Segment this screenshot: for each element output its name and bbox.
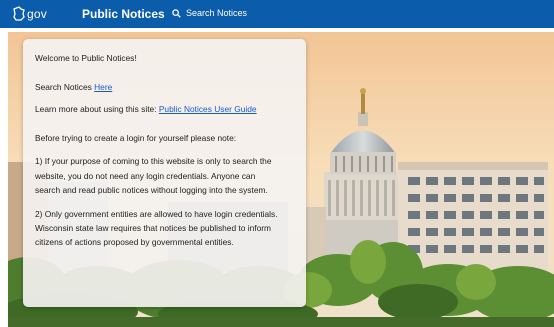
point-2-line-2: Wisconsin state law requires that notice… <box>35 223 272 233</box>
search-here-link[interactable]: Here <box>94 82 112 92</box>
brand-title-link[interactable]: Public Notices <box>82 7 165 21</box>
point-1-line-3: search and read public notices without l… <box>35 185 268 195</box>
point-1-line-2: website, you do not need any login crede… <box>35 171 256 181</box>
point-2-line-1: 2) Only government entities are allowed … <box>35 209 278 219</box>
search-icon <box>172 8 181 18</box>
point-1-line-1: 1) If your purpose of coming to this web… <box>35 156 272 166</box>
search-notices-row: Search Notices Here <box>35 81 296 94</box>
wisconsin-state-icon <box>13 6 25 21</box>
wisconsin-gov-logo[interactable]: gov <box>12 4 47 24</box>
learn-more-prefix: Learn more about using this site: <box>35 104 157 114</box>
note-intro: Before trying to create a login for your… <box>35 133 237 143</box>
learn-more-row: Learn more about using this site: Public… <box>35 103 296 116</box>
user-guide-link[interactable]: Public Notices User Guide <box>159 104 257 114</box>
search-notices-prefix: Search Notices <box>35 82 92 92</box>
logo-text: gov <box>27 7 47 21</box>
welcome-panel: Welcome to Public Notices! Search Notice… <box>23 39 306 307</box>
welcome-heading: Welcome to Public Notices! <box>35 53 137 63</box>
search-notices-link[interactable]: Search Notices <box>172 8 247 18</box>
point-2-line-3: citizens of actions proposed by governme… <box>35 237 234 247</box>
search-notices-label: Search Notices <box>186 8 248 18</box>
top-navbar: gov Public Notices Search Notices <box>0 0 554 28</box>
